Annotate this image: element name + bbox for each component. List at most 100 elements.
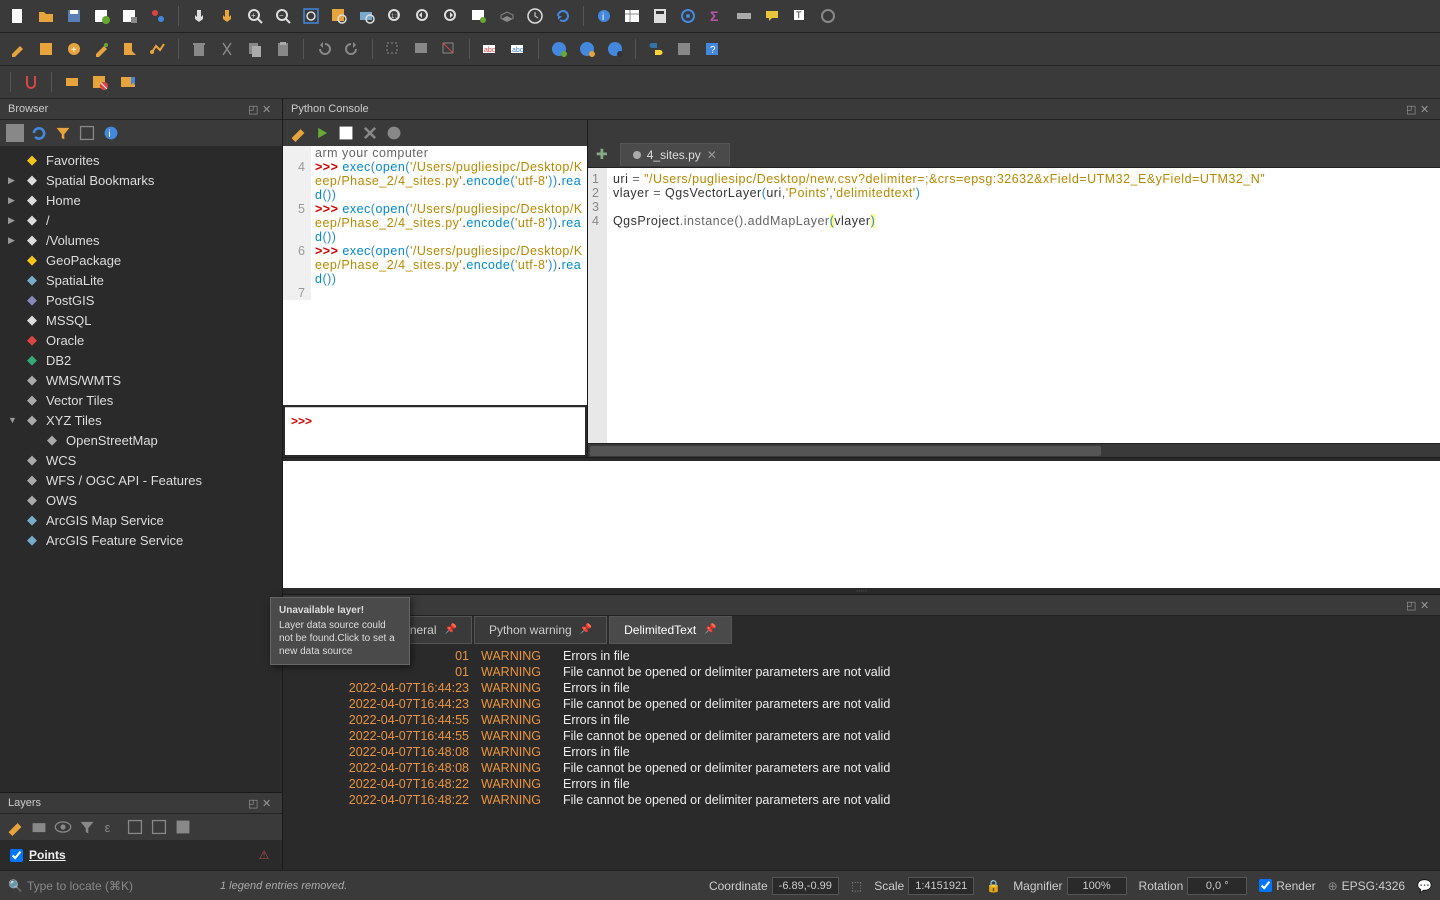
undo-icon[interactable] bbox=[312, 37, 336, 61]
zoom-layer-icon[interactable] bbox=[355, 4, 379, 28]
show-bookmarks-icon[interactable] bbox=[116, 70, 140, 94]
add-wcs-icon[interactable] bbox=[603, 37, 627, 61]
measure-icon[interactable] bbox=[732, 4, 756, 28]
browser-item[interactable]: ◆ WMS/WMTS bbox=[0, 370, 282, 390]
expand-arrow-icon[interactable]: ▼ bbox=[8, 415, 18, 425]
map-canvas[interactable] bbox=[283, 458, 1440, 588]
browser-item[interactable]: ▶ ◆ Home bbox=[0, 190, 282, 210]
new-map-view-icon[interactable] bbox=[467, 4, 491, 28]
style-manager-icon[interactable] bbox=[146, 4, 170, 28]
pin-icon[interactable]: 📌 bbox=[445, 624, 457, 635]
redo-icon[interactable] bbox=[340, 37, 364, 61]
paste-features-icon[interactable] bbox=[271, 37, 295, 61]
browser-item[interactable]: ◆ WCS bbox=[0, 450, 282, 470]
browser-item[interactable]: ▶ ◆ /Volumes bbox=[0, 230, 282, 250]
undock-icon[interactable]: ◰ bbox=[1406, 103, 1418, 115]
refresh-browser-icon[interactable] bbox=[30, 124, 48, 142]
show-editor-icon[interactable] bbox=[337, 124, 355, 142]
add-wfs-icon[interactable] bbox=[575, 37, 599, 61]
vertex-tool-icon[interactable] bbox=[146, 37, 170, 61]
locator-input[interactable] bbox=[27, 879, 197, 893]
browser-item[interactable]: ◆ PostGIS bbox=[0, 290, 282, 310]
zoom-selection-icon[interactable] bbox=[327, 4, 351, 28]
undock-icon[interactable]: ◰ bbox=[248, 797, 260, 809]
copy-features-icon[interactable] bbox=[243, 37, 267, 61]
pin-icon[interactable]: 📌 bbox=[704, 624, 716, 635]
close-icon[interactable]: ✕ bbox=[262, 103, 274, 115]
expand-all-icon[interactable] bbox=[126, 818, 144, 836]
select-features-icon[interactable] bbox=[381, 37, 405, 61]
scale-value[interactable]: 1:4151921 bbox=[908, 877, 974, 895]
lock-scale-icon[interactable]: 🔒 bbox=[986, 879, 1001, 893]
layers-body[interactable]: Points ⚠ bbox=[0, 840, 282, 870]
options-icon[interactable] bbox=[361, 124, 379, 142]
close-icon[interactable]: ✕ bbox=[1420, 599, 1432, 611]
statistics-icon[interactable]: Σ bbox=[704, 4, 728, 28]
browser-item[interactable]: ▶ ◆ / bbox=[0, 210, 282, 230]
new-project-icon[interactable] bbox=[6, 4, 30, 28]
layer-styling-icon[interactable] bbox=[60, 70, 84, 94]
python-icon[interactable] bbox=[644, 37, 668, 61]
plugins-icon[interactable] bbox=[672, 37, 696, 61]
pyconsole-output[interactable]: arm your computer4>>> exec(open('/Users/… bbox=[283, 146, 587, 405]
digitize-icon[interactable] bbox=[90, 37, 114, 61]
browser-tree[interactable]: ◆ Favorites▶ ◆ Spatial Bookmarks▶ ◆ Home… bbox=[0, 146, 282, 792]
browser-item[interactable]: ▼ ◆ XYZ Tiles bbox=[0, 410, 282, 430]
cut-features-icon[interactable] bbox=[215, 37, 239, 61]
new-print-layout-icon[interactable] bbox=[90, 4, 114, 28]
no-action-icon[interactable] bbox=[816, 4, 840, 28]
remove-layer-icon[interactable] bbox=[174, 818, 192, 836]
undock-icon[interactable]: ◰ bbox=[248, 103, 260, 115]
properties-icon[interactable]: i bbox=[102, 124, 120, 142]
close-tab-icon[interactable]: ✕ bbox=[707, 148, 717, 162]
browser-item[interactable]: ◆ Favorites bbox=[0, 150, 282, 170]
expression-filter-icon[interactable]: ε bbox=[102, 818, 120, 836]
add-feature-icon[interactable]: + bbox=[62, 37, 86, 61]
text-annotation-icon[interactable]: T bbox=[788, 4, 812, 28]
messages-icon[interactable]: 💬 bbox=[1417, 879, 1432, 893]
browser-item[interactable]: ◆ OWS bbox=[0, 490, 282, 510]
browser-item[interactable]: ◆ Vector Tiles bbox=[0, 390, 282, 410]
log-body[interactable]: 01WARNINGErrors in file01WARNINGFile can… bbox=[283, 644, 1440, 870]
browser-item[interactable]: ◆ Oracle bbox=[0, 330, 282, 350]
manage-visibility-icon[interactable] bbox=[54, 818, 72, 836]
crs-value[interactable]: EPSG:4326 bbox=[1342, 879, 1405, 893]
magnifier-value[interactable]: 100% bbox=[1067, 877, 1127, 895]
undock-icon[interactable]: ◰ bbox=[1406, 599, 1418, 611]
field-calculator-icon[interactable] bbox=[648, 4, 672, 28]
editor-tab[interactable]: 4_sites.py ✕ bbox=[620, 143, 730, 166]
add-group-icon[interactable] bbox=[30, 818, 48, 836]
temporal-controller-icon[interactable] bbox=[523, 4, 547, 28]
layer-item-points[interactable]: Points ⚠ bbox=[6, 846, 276, 864]
browser-item[interactable]: ◆ ArcGIS Map Service bbox=[0, 510, 282, 530]
browser-item[interactable]: ◆ DB2 bbox=[0, 350, 282, 370]
collapse-all-icon[interactable] bbox=[150, 818, 168, 836]
move-feature-icon[interactable] bbox=[118, 37, 142, 61]
save-edits-icon[interactable] bbox=[34, 37, 58, 61]
new-3d-view-icon[interactable] bbox=[495, 4, 519, 28]
zoom-full-icon[interactable] bbox=[299, 4, 323, 28]
run-icon[interactable] bbox=[313, 124, 331, 142]
add-layer-icon[interactable] bbox=[6, 124, 24, 142]
zoom-next-icon[interactable] bbox=[439, 4, 463, 28]
expand-arrow-icon[interactable]: ▶ bbox=[8, 235, 18, 246]
browser-item[interactable]: ◆ MSSQL bbox=[0, 310, 282, 330]
browser-item[interactable]: ◆ SpatiaLite bbox=[0, 270, 282, 290]
layout-manager-icon[interactable] bbox=[118, 4, 142, 28]
attributes-table-icon[interactable] bbox=[620, 4, 644, 28]
extents-icon[interactable]: ⬚ bbox=[851, 879, 862, 893]
snapping-icon[interactable] bbox=[19, 70, 43, 94]
close-icon[interactable]: ✕ bbox=[262, 797, 274, 809]
filter-browser-icon[interactable] bbox=[54, 124, 72, 142]
coord-value[interactable]: -6.89,-0.99 bbox=[772, 877, 839, 895]
help-icon[interactable]: ? bbox=[700, 37, 724, 61]
editor-code[interactable]: uri = "/Users/pugliesipc/Desktop/new.csv… bbox=[607, 168, 1271, 443]
filter-layer-icon[interactable] bbox=[88, 70, 112, 94]
identify-icon[interactable]: i bbox=[592, 4, 616, 28]
toolbox-icon[interactable] bbox=[676, 4, 700, 28]
edit-toggle-icon[interactable] bbox=[6, 37, 30, 61]
map-tips-icon[interactable] bbox=[760, 4, 784, 28]
help-icon[interactable] bbox=[385, 124, 403, 142]
new-tab-button[interactable]: ✚ bbox=[588, 142, 616, 167]
browser-item[interactable]: ◆ ArcGIS Feature Service bbox=[0, 530, 282, 550]
